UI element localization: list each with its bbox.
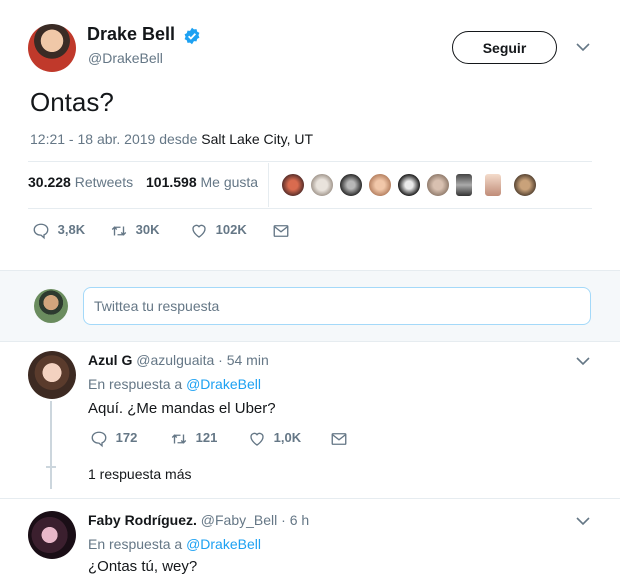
mention-link[interactable]: @DrakeBell (186, 376, 261, 392)
in-reply-to: En respuesta a @DrakeBell (88, 376, 261, 392)
direct-message-icon[interactable] (272, 222, 290, 240)
tweet-text: Ontas? (30, 87, 114, 117)
liker-avatar[interactable] (397, 173, 421, 197)
likes-stat[interactable]: 101.598 Me gusta (146, 174, 258, 190)
like-action[interactable]: 1,0K (248, 430, 301, 448)
stats-separator (268, 163, 269, 207)
reply-action[interactable]: 172 (90, 430, 137, 448)
author-avatar[interactable] (28, 24, 76, 72)
liker-avatar[interactable] (484, 173, 502, 197)
reply-action[interactable]: 3,8K (32, 222, 85, 240)
reply-input[interactable] (83, 287, 591, 325)
liker-avatar[interactable] (281, 173, 305, 197)
thread-connector (50, 401, 52, 489)
retweets-stat[interactable]: 30.228 Retweets (28, 174, 133, 190)
like-action[interactable]: 102K (190, 222, 247, 240)
retweet-action[interactable]: 30K (110, 222, 159, 240)
reply-icon (91, 431, 107, 448)
chevron-down-icon[interactable] (576, 516, 590, 526)
reply-icon (33, 223, 49, 240)
reply-author-name[interactable]: Faby Rodríguez. (88, 512, 197, 528)
chevron-down-icon[interactable] (576, 356, 590, 366)
chevron-down-icon[interactable] (576, 42, 590, 52)
follow-button[interactable]: Seguir (452, 31, 557, 64)
liker-avatar[interactable] (455, 173, 473, 197)
author-name[interactable]: Drake Bell (87, 24, 175, 45)
thread-dots (46, 466, 56, 468)
reply-author-handle[interactable]: @azulguaita (136, 352, 214, 368)
reply-avatar[interactable] (28, 351, 76, 399)
tweet-meta: 12:21 - 18 abr. 2019 desde Salt Lake Cit… (30, 131, 313, 147)
heart-icon (192, 224, 206, 238)
retweet-icon (171, 434, 187, 444)
reply-avatar[interactable] (28, 511, 76, 559)
tweet-timestamp[interactable]: 12:21 - 18 abr. 2019 desde (30, 131, 201, 147)
liker-avatar[interactable] (513, 173, 537, 197)
author-handle[interactable]: @DrakeBell (88, 50, 163, 66)
retweet-action[interactable]: 121 (170, 430, 217, 448)
reply-author-name[interactable]: Azul G (88, 352, 132, 368)
reply-text: Aquí. ¿Me mandas el Uber? (88, 400, 276, 417)
tweet-location[interactable]: Salt Lake City, UT (201, 131, 313, 147)
reply-time[interactable]: · 54 min (218, 352, 269, 368)
heart-icon (250, 432, 264, 446)
current-user-avatar[interactable] (34, 289, 68, 323)
reply-header: Azul G @azulguaita · 54 min (88, 352, 269, 368)
divider (0, 498, 620, 499)
liker-avatar[interactable] (339, 173, 363, 197)
more-replies-link[interactable]: 1 respuesta más (88, 466, 192, 482)
retweet-icon (111, 226, 127, 236)
liker-avatar[interactable] (310, 173, 334, 197)
divider (28, 161, 592, 162)
liker-avatar[interactable] (426, 173, 450, 197)
reply-header: Faby Rodríguez. @Faby_Bell · 6 h (88, 512, 309, 528)
reply-text: ¿Ontas tú, wey? (88, 558, 198, 575)
verified-badge-icon (184, 27, 200, 45)
liker-avatar[interactable] (368, 173, 392, 197)
mention-link[interactable]: @DrakeBell (186, 536, 261, 552)
direct-message-icon[interactable] (330, 430, 348, 448)
divider (28, 208, 592, 209)
reply-author-handle[interactable]: @Faby_Bell (201, 512, 277, 528)
reply-time[interactable]: · 6 h (281, 512, 309, 528)
in-reply-to: En respuesta a @DrakeBell (88, 536, 261, 552)
